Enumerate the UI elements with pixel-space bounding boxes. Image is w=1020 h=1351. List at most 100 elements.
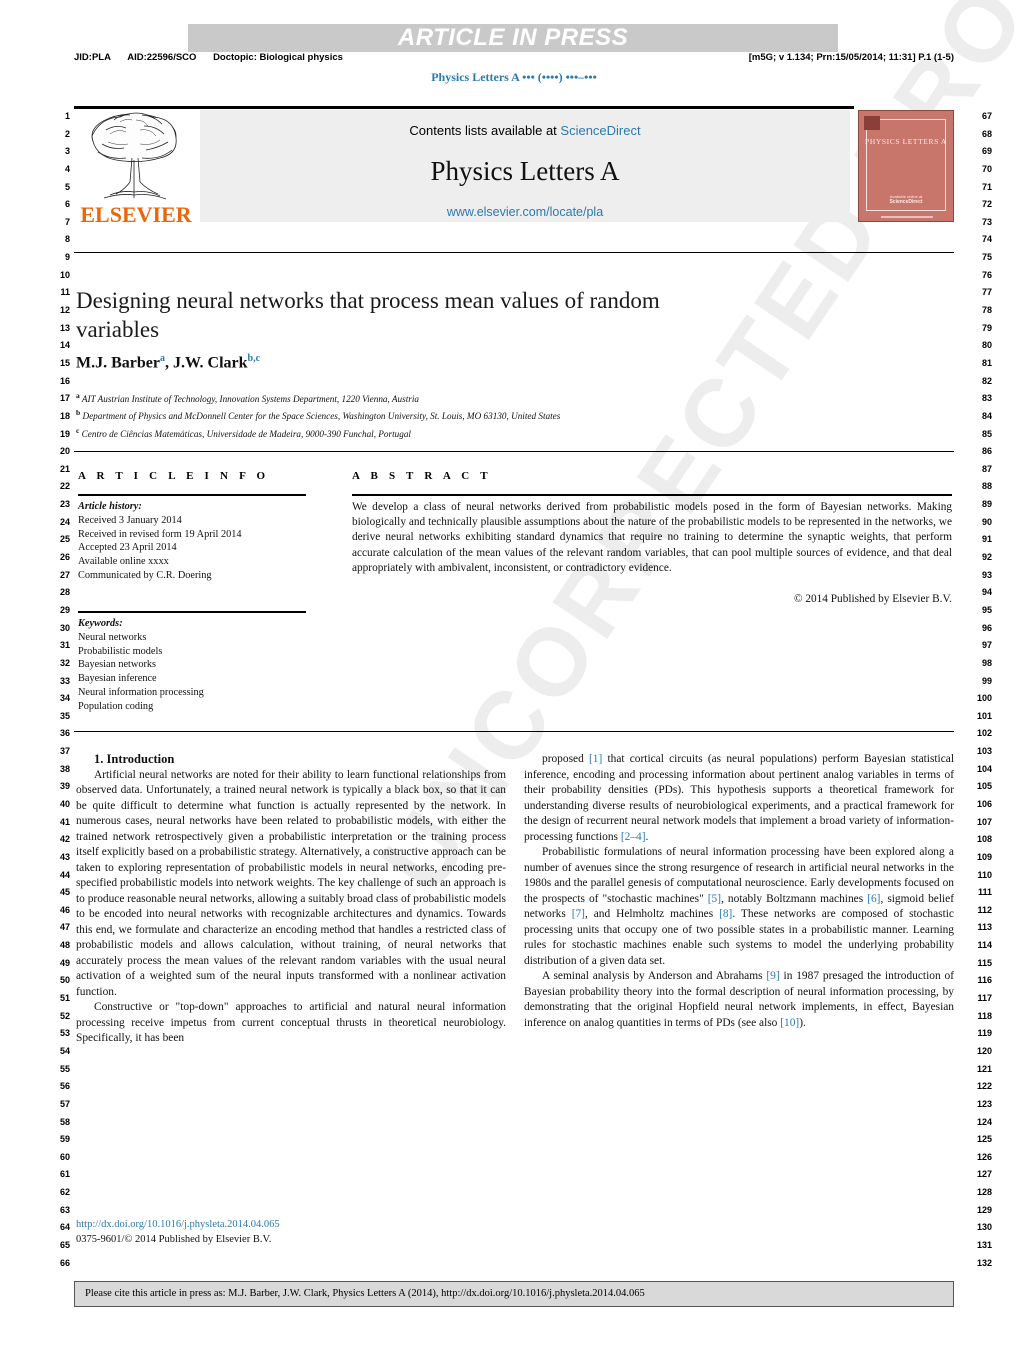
line-number: 132 <box>976 1257 992 1268</box>
affiliation-marker: c <box>76 425 80 435</box>
line-number: 96 <box>981 622 992 633</box>
line-number: 78 <box>981 305 992 316</box>
line-number: 114 <box>977 940 992 951</box>
line-number: 126 <box>976 1151 992 1162</box>
line-number: 16 <box>59 375 70 386</box>
line-number: 68 <box>981 128 992 139</box>
running-head: Physics Letters A ••• (••••) •••–••• <box>431 70 597 84</box>
line-number: 127 <box>976 1169 992 1180</box>
line-number: 26 <box>59 552 70 563</box>
line-number: 119 <box>977 1028 992 1039</box>
journal-url-link[interactable]: www.elsevier.com/locate/pla <box>200 205 850 219</box>
line-number: 99 <box>981 675 992 686</box>
line-number: 60 <box>59 1151 70 1162</box>
line-number: 89 <box>981 499 992 510</box>
line-number: 14 <box>59 340 70 351</box>
elsevier-tree-icon <box>91 112 177 200</box>
line-number: 122 <box>976 1081 992 1092</box>
history-label: Article history: <box>78 501 142 512</box>
doctopic-label: Doctopic: Biological physics <box>213 52 343 63</box>
line-number: 65 <box>59 1240 70 1250</box>
line-number: 118 <box>977 1010 992 1021</box>
line-number: 130 <box>976 1222 992 1233</box>
affiliation-item: a AIT Austrian Institute of Technology, … <box>76 391 419 405</box>
keyword-item: Neural networks <box>78 631 147 643</box>
line-number: 38 <box>59 763 70 774</box>
line-number: 29 <box>59 604 70 615</box>
info-rule-1 <box>78 494 306 496</box>
line-number: 1 <box>64 111 70 121</box>
line-number: 80 <box>981 340 992 351</box>
line-number: 33 <box>59 675 70 686</box>
journal-cover-thumbnail[interactable]: PHYSICS LETTERS A Available online at Sc… <box>858 110 954 222</box>
cover-badge-icon <box>864 116 880 130</box>
line-number: 124 <box>976 1116 992 1127</box>
cover-title-text: PHYSICS LETTERS A <box>865 137 947 146</box>
line-number: 3 <box>64 146 70 157</box>
abstract-heading: A B S T R A C T <box>352 470 492 482</box>
line-number: 19 <box>59 428 70 439</box>
line-number: 48 <box>59 940 70 951</box>
line-number: 70 <box>981 163 992 174</box>
line-number: 43 <box>59 851 70 862</box>
line-number: 11 <box>60 287 70 298</box>
line-number: 79 <box>981 322 992 333</box>
line-number: 104 <box>976 763 992 774</box>
line-number: 59 <box>59 1134 70 1145</box>
line-number: 12 <box>59 305 70 316</box>
sciencedirect-link[interactable]: ScienceDirect <box>560 123 640 138</box>
line-number: 25 <box>59 534 70 545</box>
line-number: 50 <box>59 975 70 986</box>
abstract-rule <box>352 494 952 496</box>
line-number: 35 <box>59 710 70 721</box>
line-number: 101 <box>976 710 992 721</box>
section-title-introduction: 1. Introduction <box>94 752 175 766</box>
keywords-block: Keywords: Neural networks Probabilistic mo… <box>78 617 318 714</box>
line-number: 98 <box>981 657 992 668</box>
history-item: Communicated by C.R. Doering <box>78 569 212 581</box>
line-number: 34 <box>59 693 70 704</box>
page-title: Designing neural networks that process m… <box>76 288 660 342</box>
line-number: 41 <box>59 816 70 827</box>
info-rule-2 <box>78 611 306 613</box>
line-number: 85 <box>981 428 992 439</box>
line-number: 115 <box>977 957 992 968</box>
line-number: 5 <box>64 181 70 192</box>
line-number: 15 <box>59 357 70 368</box>
line-number: 131 <box>976 1240 992 1250</box>
keyword-item: Bayesian networks <box>78 659 157 671</box>
line-number: 22 <box>59 481 70 492</box>
line-number: 46 <box>59 904 70 915</box>
paragraph: Artificial neural networks are noted for… <box>76 768 506 998</box>
line-number: 42 <box>59 834 70 845</box>
journal-title: Physics Letters A <box>430 156 620 186</box>
line-number: 61 <box>59 1169 70 1180</box>
line-number: 92 <box>981 552 992 563</box>
line-number: 82 <box>981 375 992 386</box>
history-item: Received in revised form 19 April 2014 <box>78 528 242 540</box>
line-number: 56 <box>59 1081 70 1092</box>
abstract-text: We develop a class of neural networks de… <box>352 501 952 574</box>
line-number: 24 <box>59 516 70 527</box>
line-number: 73 <box>981 216 992 227</box>
line-numbers-left: 1 2 3 4 5 6 7 8 9 10 11 12 13 14 15 16 17 18 19 20 21 22 23 24 2… <box>44 108 70 1272</box>
line-number: 91 <box>981 534 992 545</box>
paragraph: Constructive or "top-down" approaches to… <box>76 1001 506 1044</box>
line-number: 32 <box>59 657 70 668</box>
article-in-press-label: ARTICLE IN PRESS <box>397 24 629 51</box>
line-number: 39 <box>59 781 70 792</box>
line-number: 23 <box>59 499 70 510</box>
line-number: 45 <box>59 887 70 898</box>
line-number: 117 <box>977 993 992 1004</box>
doi-link[interactable]: http://dx.doi.org/10.1016/j.physleta.201… <box>76 1218 506 1233</box>
line-number: 31 <box>59 640 70 651</box>
line-number: 71 <box>981 181 992 192</box>
line-number: 21 <box>59 463 70 474</box>
line-number: 120 <box>976 1045 992 1056</box>
keyword-item: Population coding <box>78 700 154 712</box>
doi-block: http://dx.doi.org/10.1016/j.physleta.201… <box>76 1218 506 1247</box>
line-number: 67 <box>981 111 992 121</box>
keyword-item: Neural information processing <box>78 686 204 698</box>
paragraph: proposed [1] that cortical circuits (as … <box>524 753 954 843</box>
affiliation-item: b Department of Physics and McDonnell Ce… <box>76 408 561 422</box>
